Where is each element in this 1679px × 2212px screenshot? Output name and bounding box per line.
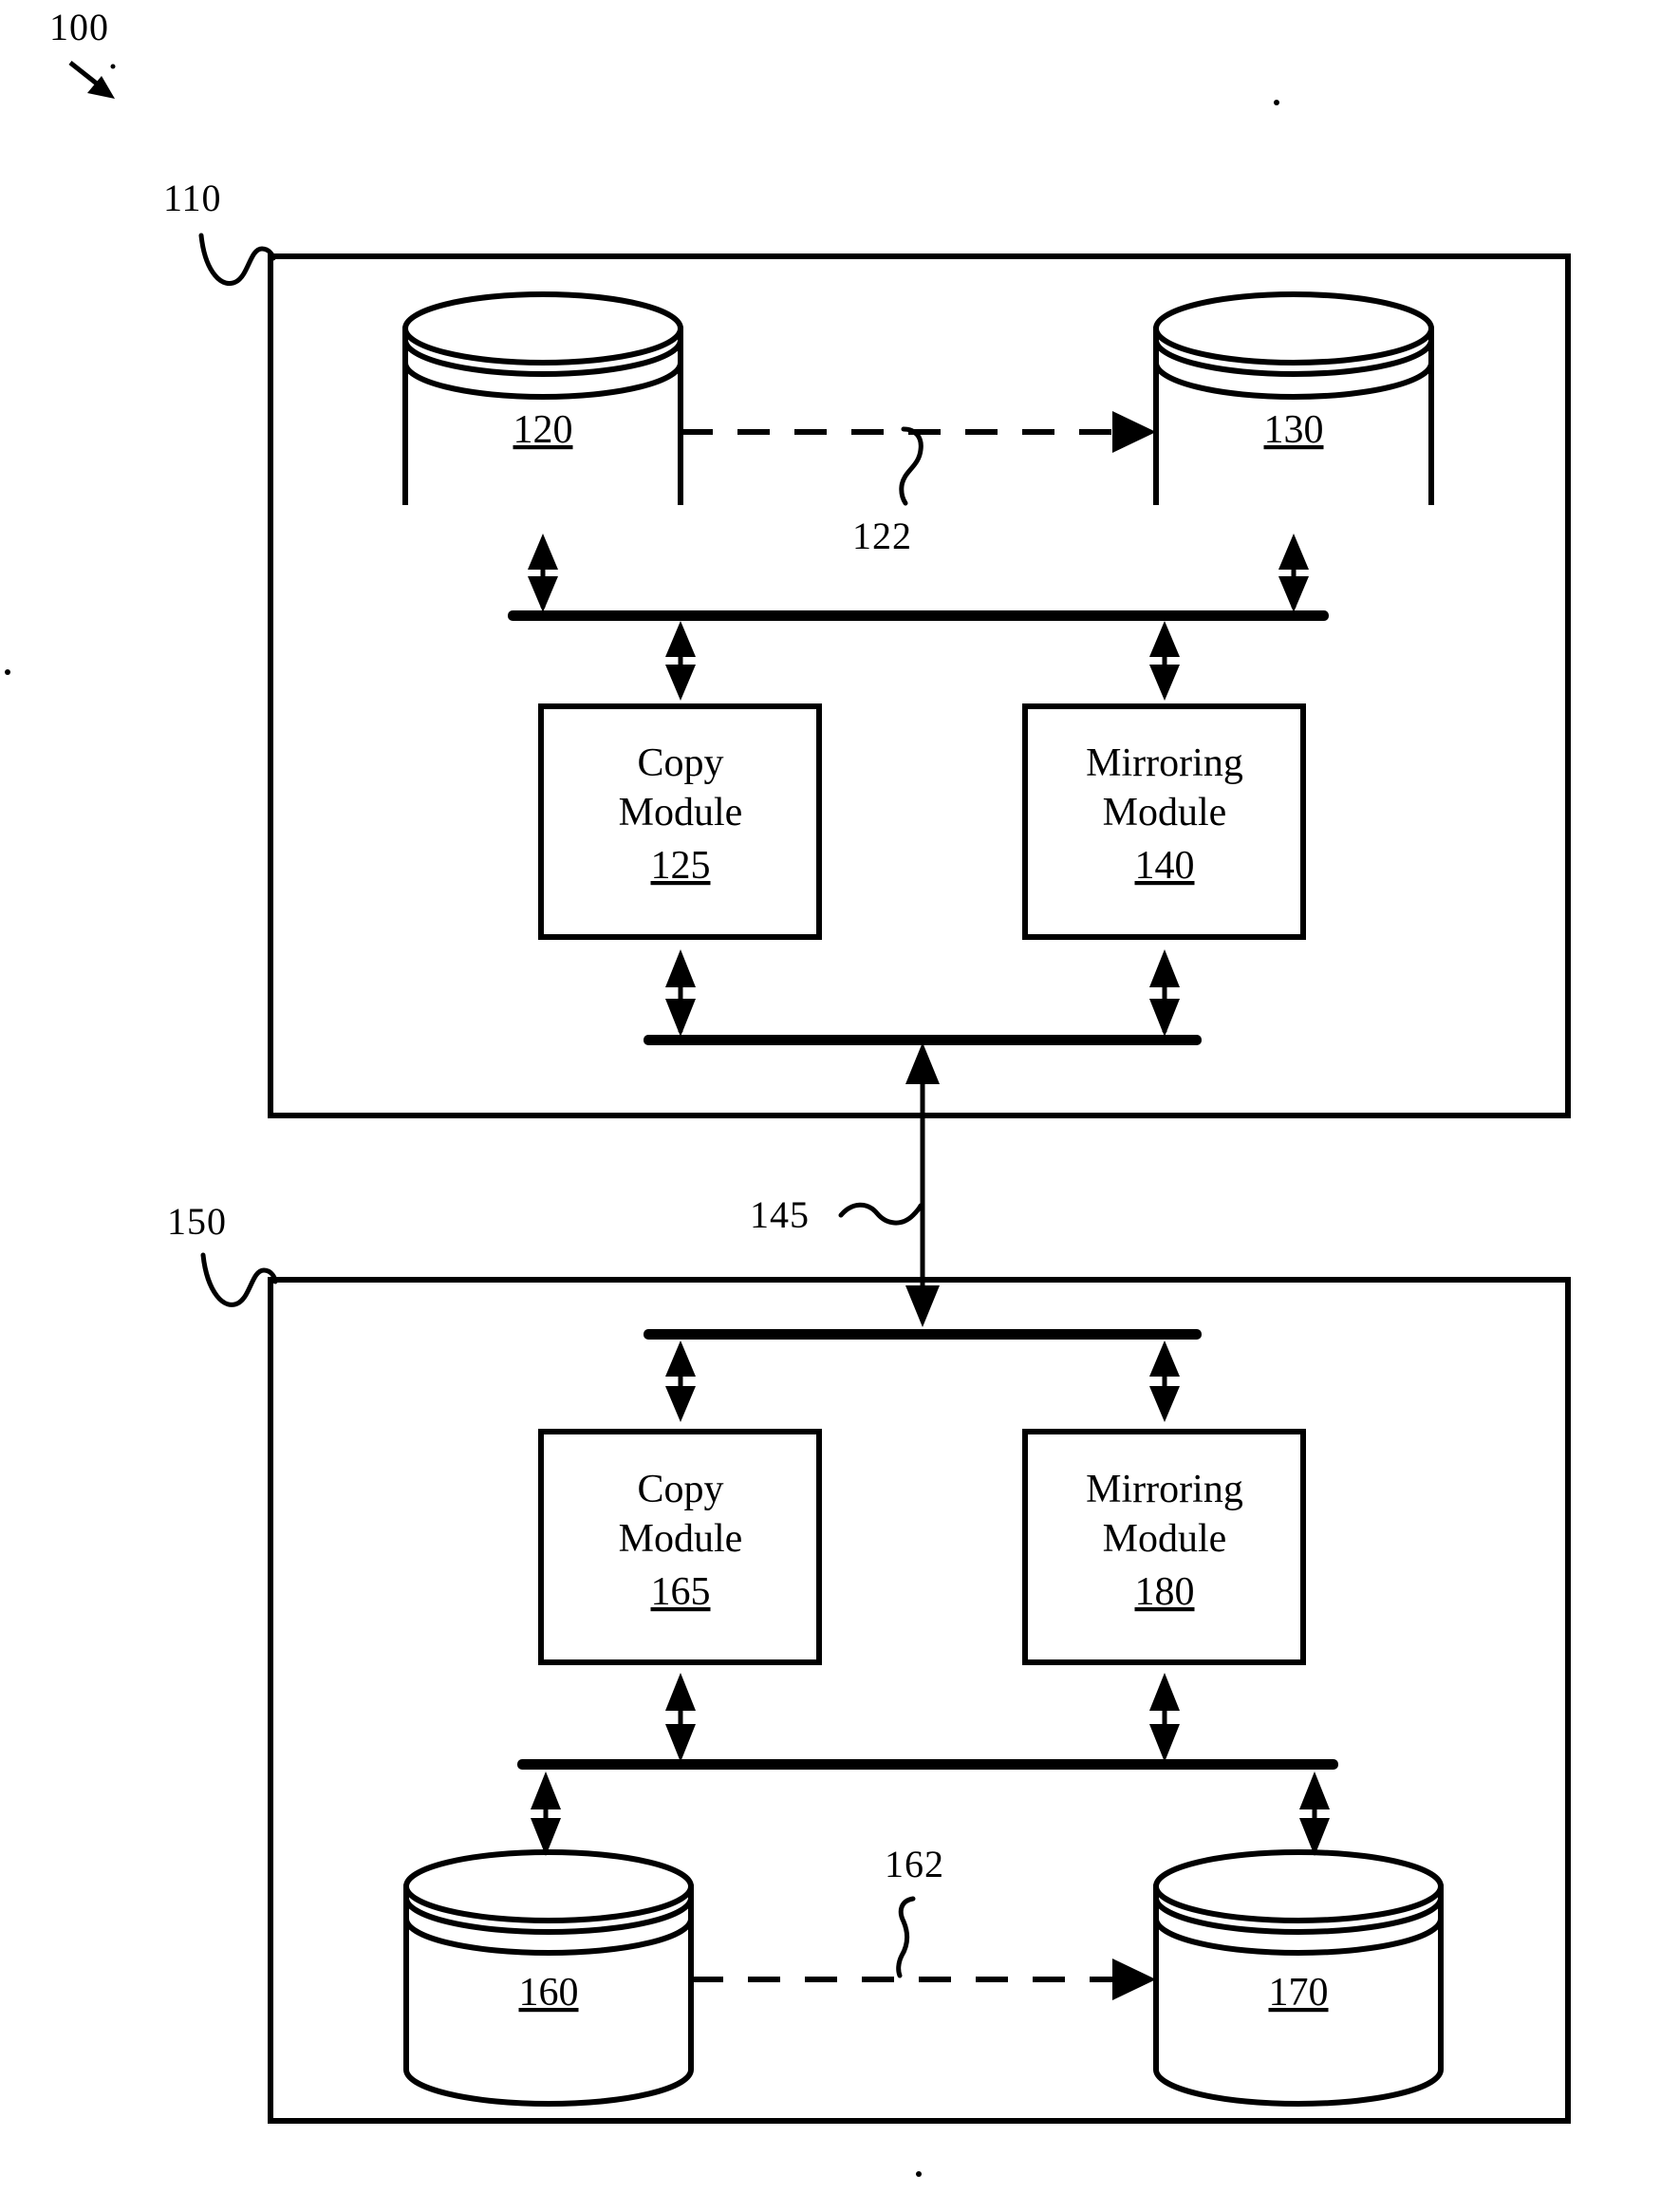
copy-module-125: Copy Module 125 (538, 703, 822, 940)
arrow-copy-module-165-to-bus (665, 1673, 696, 1762)
figure-ref-100-arrow (68, 61, 115, 99)
storage-cylinder-130: 130 (1153, 291, 1434, 505)
mirroring-module-180: Mirroring Module 180 (1022, 1429, 1306, 1665)
cylinder-170-label: 170 (1269, 1971, 1329, 2015)
mirroring-module-140-line2: Module (1103, 791, 1227, 834)
arrow-mirroring-module-140-to-bus (1149, 949, 1180, 1037)
stray-dot-b (1274, 100, 1279, 105)
mirroring-module-180-line2: Module (1103, 1517, 1227, 1561)
copy-path-162: 162 (691, 1843, 1156, 2000)
ref-110-leader (198, 233, 276, 286)
copy-module-165-line2: Module (619, 1517, 743, 1561)
copy-module-125-line1: Copy (637, 741, 723, 785)
ref-122-leader (899, 426, 923, 506)
arrow-130-to-bus (1278, 534, 1309, 612)
lower-storage-bus (517, 1759, 1338, 1770)
lower-module-bus (644, 1329, 1202, 1340)
cylinder-130-label: 130 (1264, 408, 1324, 452)
copy-module-125-line2: Module (619, 791, 743, 834)
inter-system-link-145: 145 (750, 1042, 940, 1327)
ref-162: 162 (885, 1843, 944, 1885)
copy-module-165: Copy Module 165 (538, 1429, 822, 1665)
arrow-bus-to-copy-module-125 (665, 621, 696, 701)
arrow-copy-module-125-to-bus (665, 949, 696, 1037)
patent-figure: 100 110 120 130 122 Copy Module 125 Mirr… (0, 0, 1679, 2212)
arrow-mirroring-module-180-to-bus (1149, 1673, 1180, 1762)
mirroring-module-140-line1: Mirroring (1086, 741, 1243, 785)
upper-storage-bus (508, 610, 1329, 621)
copy-path-122: 122 (681, 411, 1156, 557)
ref-122: 122 (852, 515, 912, 557)
mirroring-module-140-ref: 140 (1135, 844, 1195, 888)
arrow-bus-to-170 (1299, 1771, 1330, 1856)
stray-dot-a (110, 64, 116, 69)
storage-cylinder-170: 170 (1153, 1849, 1444, 2107)
arrow-bus-to-mirroring-module-180 (1149, 1340, 1180, 1422)
cylinder-160-label: 160 (519, 1971, 579, 2015)
storage-cylinder-160: 160 (403, 1849, 694, 2107)
stray-dot-c (5, 669, 10, 675)
mirroring-module-180-ref: 180 (1135, 1570, 1195, 1614)
copy-module-165-line1: Copy (637, 1468, 723, 1511)
figure-ref-100: 100 (49, 6, 109, 48)
arrow-bus-to-mirroring-module-140 (1149, 621, 1180, 701)
ref-110: 110 (163, 177, 222, 219)
arrow-120-to-bus (528, 534, 558, 612)
cylinder-120-label: 120 (513, 408, 573, 452)
storage-cylinder-120: 120 (402, 291, 683, 505)
arrow-bus-to-160 (531, 1771, 561, 1856)
ref-162-leader (896, 1896, 916, 1978)
mirroring-module-180-line1: Mirroring (1086, 1468, 1243, 1511)
ref-145: 145 (750, 1193, 810, 1236)
ref-145-leader (838, 1202, 923, 1226)
mirroring-module-140: Mirroring Module 140 (1022, 703, 1306, 940)
copy-module-165-ref: 165 (651, 1570, 711, 1614)
ref-150: 150 (167, 1200, 227, 1243)
copy-module-125-ref: 125 (651, 844, 711, 888)
stray-dot-d (916, 2171, 922, 2177)
arrow-bus-to-copy-module-165 (665, 1340, 696, 1422)
figure-canvas: 100 110 120 130 122 Copy Module 125 Mirr… (5, 6, 1571, 2177)
ref-150-leader (200, 1252, 278, 1307)
